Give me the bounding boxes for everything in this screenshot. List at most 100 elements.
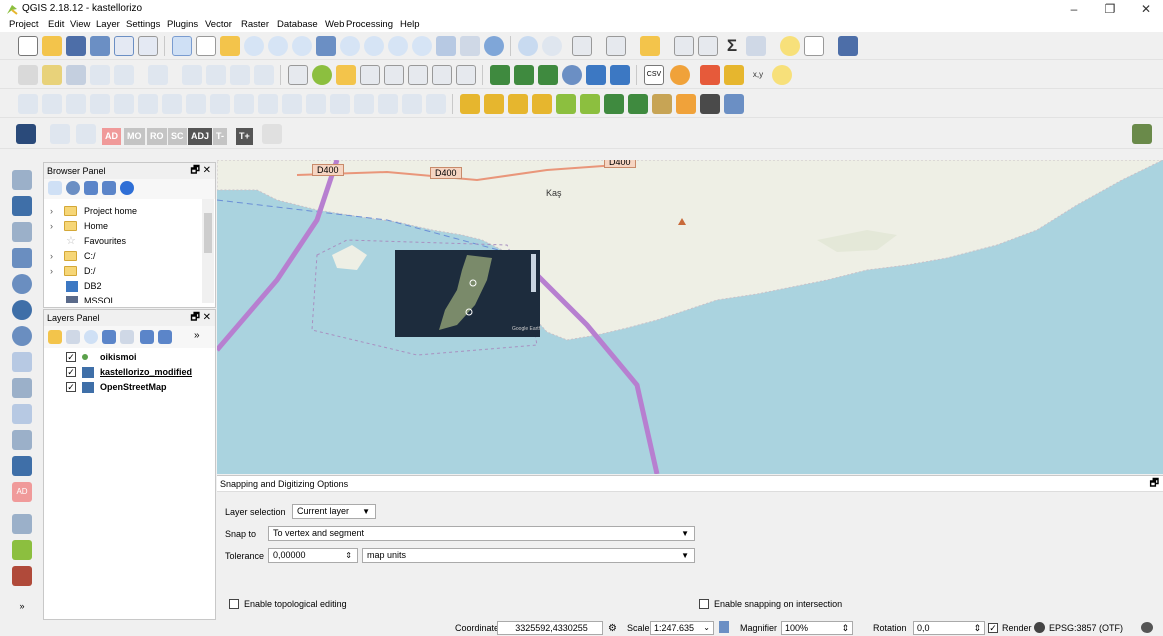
render-checkbox[interactable]: ✓	[988, 623, 998, 633]
highlight-pinned-labels-icon[interactable]	[336, 65, 356, 85]
spin-arrows-icon[interactable]: ⇕	[841, 622, 849, 634]
db-manager-icon[interactable]	[610, 65, 630, 85]
menu-view[interactable]: View	[70, 19, 90, 30]
advanced-digitize-2-icon[interactable]	[484, 94, 504, 114]
menu-plugins[interactable]: Plugins	[167, 19, 198, 30]
properties-icon[interactable]	[120, 181, 134, 195]
delete-part-icon[interactable]	[186, 94, 206, 114]
change-label-icon[interactable]	[456, 65, 476, 85]
menu-project[interactable]: Project	[9, 19, 39, 30]
t-minus-button[interactable]: T-	[213, 128, 227, 145]
map-tips-icon[interactable]	[780, 36, 800, 56]
mo-button[interactable]: MO	[124, 128, 145, 145]
network-icon[interactable]	[12, 566, 32, 586]
wand-icon[interactable]	[50, 124, 70, 144]
bookmarks-icon[interactable]	[460, 36, 480, 56]
minimize-button[interactable]: –	[1056, 0, 1092, 18]
deselect-features-icon[interactable]	[640, 36, 660, 56]
composer-manager-icon[interactable]	[138, 36, 158, 56]
add-spatialite-layer-icon[interactable]	[12, 222, 32, 242]
collapse-all-layers-icon[interactable]	[158, 330, 172, 344]
simplify-feature-icon[interactable]	[42, 94, 62, 114]
sc-button[interactable]: SC	[168, 128, 187, 145]
magnifier-spinbox[interactable]: 100% ⇕	[781, 621, 853, 635]
attribute-table-icon[interactable]	[674, 36, 694, 56]
text-annotation-icon[interactable]	[804, 36, 824, 56]
scrollbar-thumb[interactable]	[204, 213, 212, 253]
rotate-point-symbols-icon[interactable]	[354, 94, 374, 114]
snapping-intersection-checkbox[interactable]	[699, 599, 709, 609]
toggle-editing-icon[interactable]	[42, 65, 62, 85]
zoom-in-icon[interactable]	[244, 36, 264, 56]
menu-raster[interactable]: Raster	[241, 19, 269, 30]
toggle-extents-icon[interactable]: ⚙	[608, 623, 617, 634]
tolerance-spinbox[interactable]: 0,00000 ⇕	[268, 548, 358, 563]
add-postgis-layer-icon[interactable]	[12, 248, 32, 268]
zoom-next-icon[interactable]	[412, 36, 432, 56]
rotate-feature-icon[interactable]	[402, 94, 422, 114]
select-by-value-icon[interactable]	[606, 36, 626, 56]
refresh-icon[interactable]	[484, 36, 504, 56]
cut-features-icon[interactable]	[206, 65, 226, 85]
database-icon[interactable]	[586, 65, 606, 85]
new-shapefile-icon[interactable]	[12, 404, 32, 424]
add-delimited-text-icon[interactable]	[12, 352, 32, 372]
map-svg[interactable]	[217, 160, 1163, 474]
layer-visibility-checkbox[interactable]: ✓	[66, 352, 76, 362]
advanced-digitize-6-icon[interactable]	[580, 94, 600, 114]
undo-icon[interactable]	[66, 94, 86, 114]
georef-icon[interactable]	[12, 514, 32, 534]
move-feature-icon[interactable]	[114, 65, 134, 85]
cad-tools-icon[interactable]	[76, 124, 96, 144]
advanced-digitize-1-icon[interactable]	[460, 94, 480, 114]
layer-row[interactable]: ✓ OpenStreetMap	[44, 380, 214, 395]
toolbar-expand-icon[interactable]: »	[12, 596, 32, 616]
fill-ring-icon[interactable]	[138, 94, 158, 114]
new-print-composer-icon[interactable]	[114, 36, 134, 56]
processing-toolbox-icon[interactable]	[16, 124, 36, 144]
tolerance-units-dropdown[interactable]: map units ▼	[362, 548, 695, 563]
pan-map-icon[interactable]	[196, 36, 216, 56]
paste-features-icon[interactable]	[254, 65, 274, 85]
reshape-features-icon[interactable]	[210, 94, 230, 114]
pan-to-selection-icon[interactable]	[220, 36, 240, 56]
coordinate-capture-icon[interactable]: x,y	[748, 65, 768, 85]
show-hide-labels-icon[interactable]	[384, 65, 404, 85]
topological-editing-checkbox[interactable]	[229, 599, 239, 609]
filter-legend-icon[interactable]	[102, 330, 116, 344]
move-label-icon[interactable]	[408, 65, 428, 85]
open-project-icon[interactable]	[42, 36, 62, 56]
manage-visibility-icon[interactable]	[84, 330, 98, 344]
statistics-sigma-icon[interactable]: Σ	[722, 36, 742, 56]
layer-row[interactable]: ✓ oikismoi	[44, 350, 214, 365]
adj-button[interactable]: ADJ	[188, 128, 213, 145]
select-features-icon[interactable]	[572, 36, 592, 56]
menu-help[interactable]: Help	[400, 19, 420, 30]
snap-to-dropdown[interactable]: To vertex and segment ▼	[268, 526, 695, 541]
openlayers-icon[interactable]	[538, 65, 558, 85]
add-virtual-layer-icon[interactable]	[12, 378, 32, 398]
add-vector-layer-icon[interactable]	[12, 170, 32, 190]
advanced-digitize-4-icon[interactable]	[532, 94, 552, 114]
scale-combobox[interactable]: 1:247.635 ⌄	[650, 621, 714, 635]
panel-float-close-buttons[interactable]: 🗗 ✕	[190, 310, 211, 326]
rotation-spinbox[interactable]: 0,0 ⇕	[913, 621, 985, 635]
run-feature-action-icon[interactable]	[542, 36, 562, 56]
georeferencer-icon[interactable]	[772, 65, 792, 85]
raster-calc-icon[interactable]	[700, 94, 720, 114]
rotate-label-icon[interactable]	[432, 65, 452, 85]
add-ring-icon[interactable]	[18, 94, 38, 114]
save-layer-edits-icon[interactable]	[66, 65, 86, 85]
menu-layer[interactable]: Layer	[96, 19, 120, 30]
pin-labels-icon[interactable]	[360, 65, 380, 85]
zoom-full-icon[interactable]	[316, 36, 336, 56]
save-as-icon[interactable]	[90, 36, 110, 56]
spin-arrows-icon[interactable]: ⇕	[973, 622, 981, 634]
maximize-button[interactable]: ❐	[1092, 0, 1128, 18]
layer-labeling-icon[interactable]	[312, 65, 332, 85]
tag-icon[interactable]	[676, 94, 696, 114]
add-selected-layers-icon[interactable]	[48, 181, 62, 195]
spin-arrows-icon[interactable]: ⇕	[345, 549, 352, 562]
save-project-icon[interactable]	[66, 36, 86, 56]
crs-status[interactable]: EPSG:3857 (OTF)	[1049, 623, 1123, 633]
